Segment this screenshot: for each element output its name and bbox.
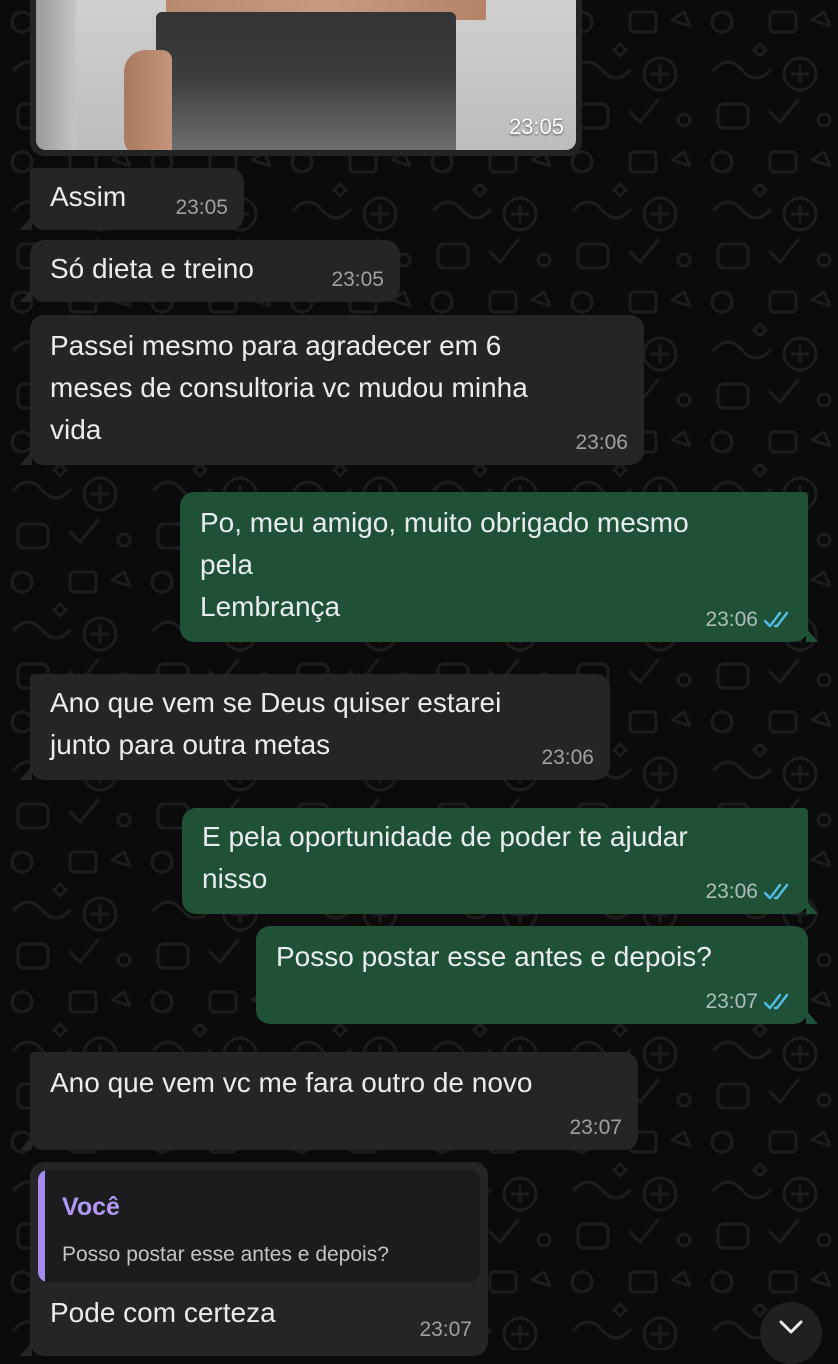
message-meta: 23:07 [569,1116,622,1140]
message-text: Passei mesmo para agradecer em 6 meses d… [50,330,528,445]
message-meta: 23:06 [705,880,792,904]
message-time: 23:05 [331,268,384,291]
message-meta: 23:06 [705,608,792,632]
message-time: 23:07 [569,1116,622,1139]
incoming-reply-message[interactable]: Você Posso postar esse antes e depois? P… [20,1162,488,1356]
double-check-icon [764,883,789,900]
message-meta: 23:05 [175,196,228,220]
quote-accent-bar [38,1170,45,1282]
incoming-message[interactable]: Assim 23:05 [20,168,244,230]
message-text: Po, meu amigo, muito obrigado mesmo pela… [200,507,689,622]
message-time: 23:07 [705,990,758,1013]
message-meta: 23:06 [541,746,594,770]
chevron-down-icon [779,1320,803,1334]
message-text: Pode com certeza [50,1297,276,1328]
double-check-icon [764,611,789,628]
message-time: 23:05 [175,196,228,219]
message-text: Só dieta e treino [50,253,254,284]
message-text: Ano que vem se Deus quiser estarei junto… [50,687,502,760]
quoted-message[interactable]: Você Posso postar esse antes e depois? [38,1170,480,1282]
incoming-photo-message[interactable]: 23:05 [30,0,582,156]
incoming-message[interactable]: Só dieta e treino 23:05 [20,240,400,302]
message-meta: 23:06 [575,431,628,455]
message-meta: 23:05 [331,268,384,292]
message-text: Posso postar esse antes e depois? [276,941,712,972]
message-time: 23:07 [419,1318,472,1341]
message-text: Assim [50,181,127,212]
outgoing-message[interactable]: E pela oportunidade de poder te ajudar n… [182,808,818,914]
incoming-message[interactable]: Passei mesmo para agradecer em 6 meses d… [20,315,644,465]
message-time: 23:06 [541,746,594,769]
scroll-to-bottom-button[interactable] [760,1302,822,1364]
message-time: 23:06 [705,880,758,903]
message-time: 23:05 [508,114,564,139]
double-check-icon [764,993,789,1010]
photo-thumbnail[interactable] [36,0,576,150]
message-text: Ano que vem vc me fara outro de novo [50,1067,533,1098]
incoming-message[interactable]: Ano que vem se Deus quiser estarei junto… [20,674,610,780]
message-meta: 23:07 [705,990,792,1014]
outgoing-message[interactable]: Posso postar esse antes e depois? 23:07 [256,926,818,1024]
quoted-author: Você [62,1193,120,1221]
incoming-message[interactable]: Ano que vem vc me fara outro de novo 23:… [20,1052,638,1150]
message-time: 23:06 [705,608,758,631]
quoted-text: Posso postar esse antes e depois? [62,1243,389,1266]
message-meta: 23:07 [419,1318,472,1342]
message-text: E pela oportunidade de poder te ajudar n… [202,821,688,894]
message-time: 23:06 [575,431,628,454]
outgoing-message[interactable]: Po, meu amigo, muito obrigado mesmo pela… [180,492,818,642]
